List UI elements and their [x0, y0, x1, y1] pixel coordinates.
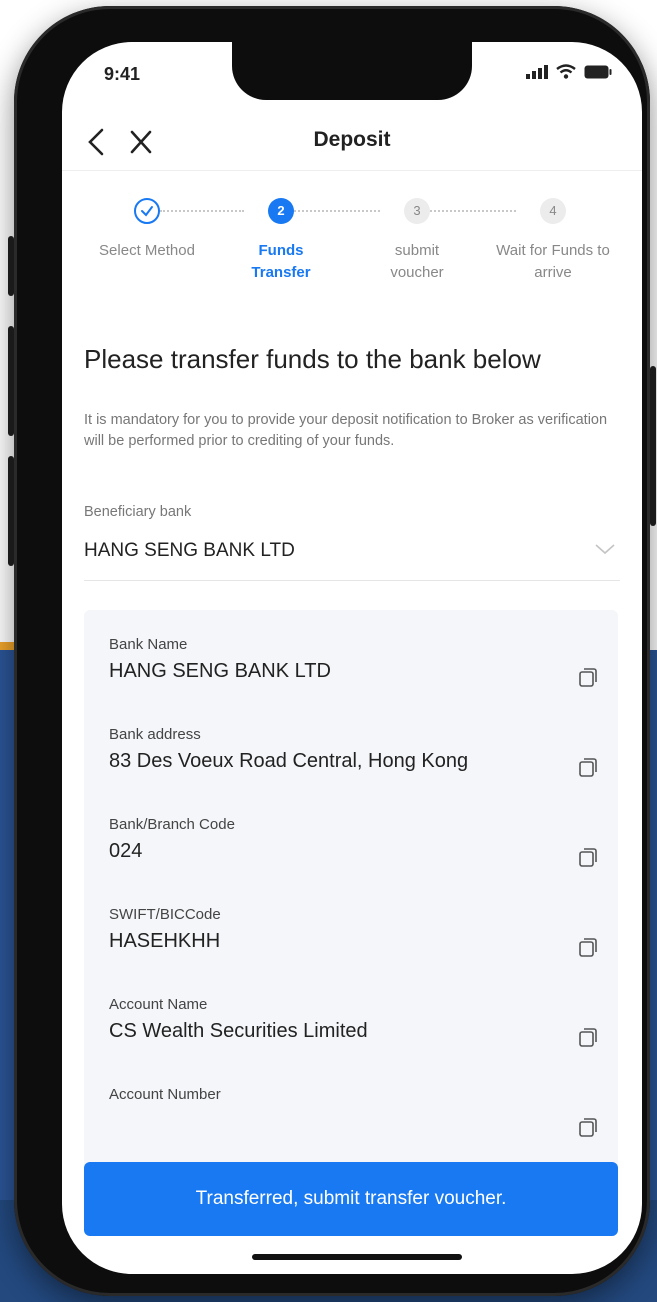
copy-icon[interactable] [577, 936, 599, 958]
step-1-check-icon [134, 198, 160, 224]
submit-transfer-voucher-button[interactable]: Transferred, submit transfer voucher. [84, 1162, 618, 1236]
nav-bar: Deposit [62, 114, 642, 170]
copy-icon[interactable] [577, 1116, 599, 1138]
detail-value: HASEHKHH [109, 930, 221, 952]
section-heading: Please transfer funds to the bank below [84, 344, 541, 374]
chevron-down-icon [595, 544, 615, 555]
check-icon [141, 206, 153, 217]
copy-icon[interactable] [577, 1026, 599, 1048]
beneficiary-bank-value: HANG SENG BANK LTD [84, 540, 295, 561]
nav-divider [62, 170, 642, 171]
detail-label: Account Number [109, 1086, 221, 1103]
step-2-label-line1: Funds [258, 242, 304, 259]
mute-switch [8, 236, 14, 296]
detail-value: HANG SENG BANK LTD [109, 660, 331, 682]
detail-label: Account Name [109, 996, 208, 1013]
detail-row-branch-code: Bank/Branch Code 024 [109, 816, 599, 896]
phone-frame: 9:41 Deposit 2 3 4 Select Method Funds T… [8, 6, 656, 1296]
beneficiary-bank-select[interactable]: HANG SENG BANK LTD [84, 530, 620, 581]
detail-row-bank-name: Bank Name HANG SENG BANK LTD [109, 636, 599, 716]
power-button [650, 366, 656, 526]
status-icons [526, 64, 612, 79]
step-connector [294, 210, 380, 212]
volume-down-button [8, 456, 14, 566]
step-2-label: Funds Transfer [211, 240, 351, 284]
step-1-label: Select Method [77, 240, 217, 262]
signal-icon [526, 64, 548, 79]
step-4-badge: 4 [540, 198, 566, 224]
step-4-label-line2: arrive [534, 264, 572, 281]
detail-label: Bank Name [109, 636, 188, 653]
app-screen: 9:41 Deposit 2 3 4 Select Method Funds T… [62, 42, 642, 1274]
detail-label: Bank/Branch Code [109, 816, 235, 833]
notch [232, 42, 472, 100]
step-3-label: submit voucher [347, 240, 487, 284]
detail-label: Bank address [109, 726, 201, 743]
detail-row-swift-code: SWIFT/BICCode HASEHKHH [109, 906, 599, 986]
detail-value: CS Wealth Securities Limited [109, 1020, 368, 1042]
step-1-label-line1: Select Method [99, 242, 195, 259]
step-3-label-line2: voucher [390, 264, 444, 281]
step-connector [160, 210, 244, 212]
step-3-badge: 3 [404, 198, 430, 224]
battery-icon [584, 65, 612, 78]
step-2-badge: 2 [268, 198, 294, 224]
verification-notice: It is mandatory for you to provide your … [84, 412, 608, 449]
detail-value: 83 Des Voeux Road Central, Hong Kong [109, 750, 469, 772]
detail-label: SWIFT/BICCode [109, 906, 221, 923]
progress-stepper: 2 3 4 Select Method Funds Transfer submi… [62, 198, 642, 338]
detail-row-account-number: Account Number [109, 1086, 599, 1166]
step-4-label-line1: Wait for Funds to [496, 242, 610, 259]
page-title: Deposit [313, 128, 391, 151]
bank-details-card: Bank Name HANG SENG BANK LTD Bank addres… [84, 610, 618, 1170]
copy-icon[interactable] [577, 846, 599, 868]
detail-row-account-name: Account Name CS Wealth Securities Limite… [109, 996, 599, 1076]
step-4-label: Wait for Funds to arrive [483, 240, 623, 284]
wifi-icon [556, 64, 576, 79]
status-time: 9:41 [104, 64, 141, 84]
copy-icon[interactable] [577, 756, 599, 778]
detail-value: 024 [109, 840, 143, 862]
step-2-label-line2: Transfer [251, 264, 311, 281]
step-3-label-line1: submit [394, 242, 440, 259]
detail-row-bank-address: Bank address 83 Des Voeux Road Central, … [109, 726, 599, 806]
copy-icon[interactable] [577, 666, 599, 688]
beneficiary-bank-label: Beneficiary bank [84, 504, 192, 520]
home-indicator [252, 1254, 462, 1260]
step-connector [430, 210, 516, 212]
volume-up-button [8, 326, 14, 436]
